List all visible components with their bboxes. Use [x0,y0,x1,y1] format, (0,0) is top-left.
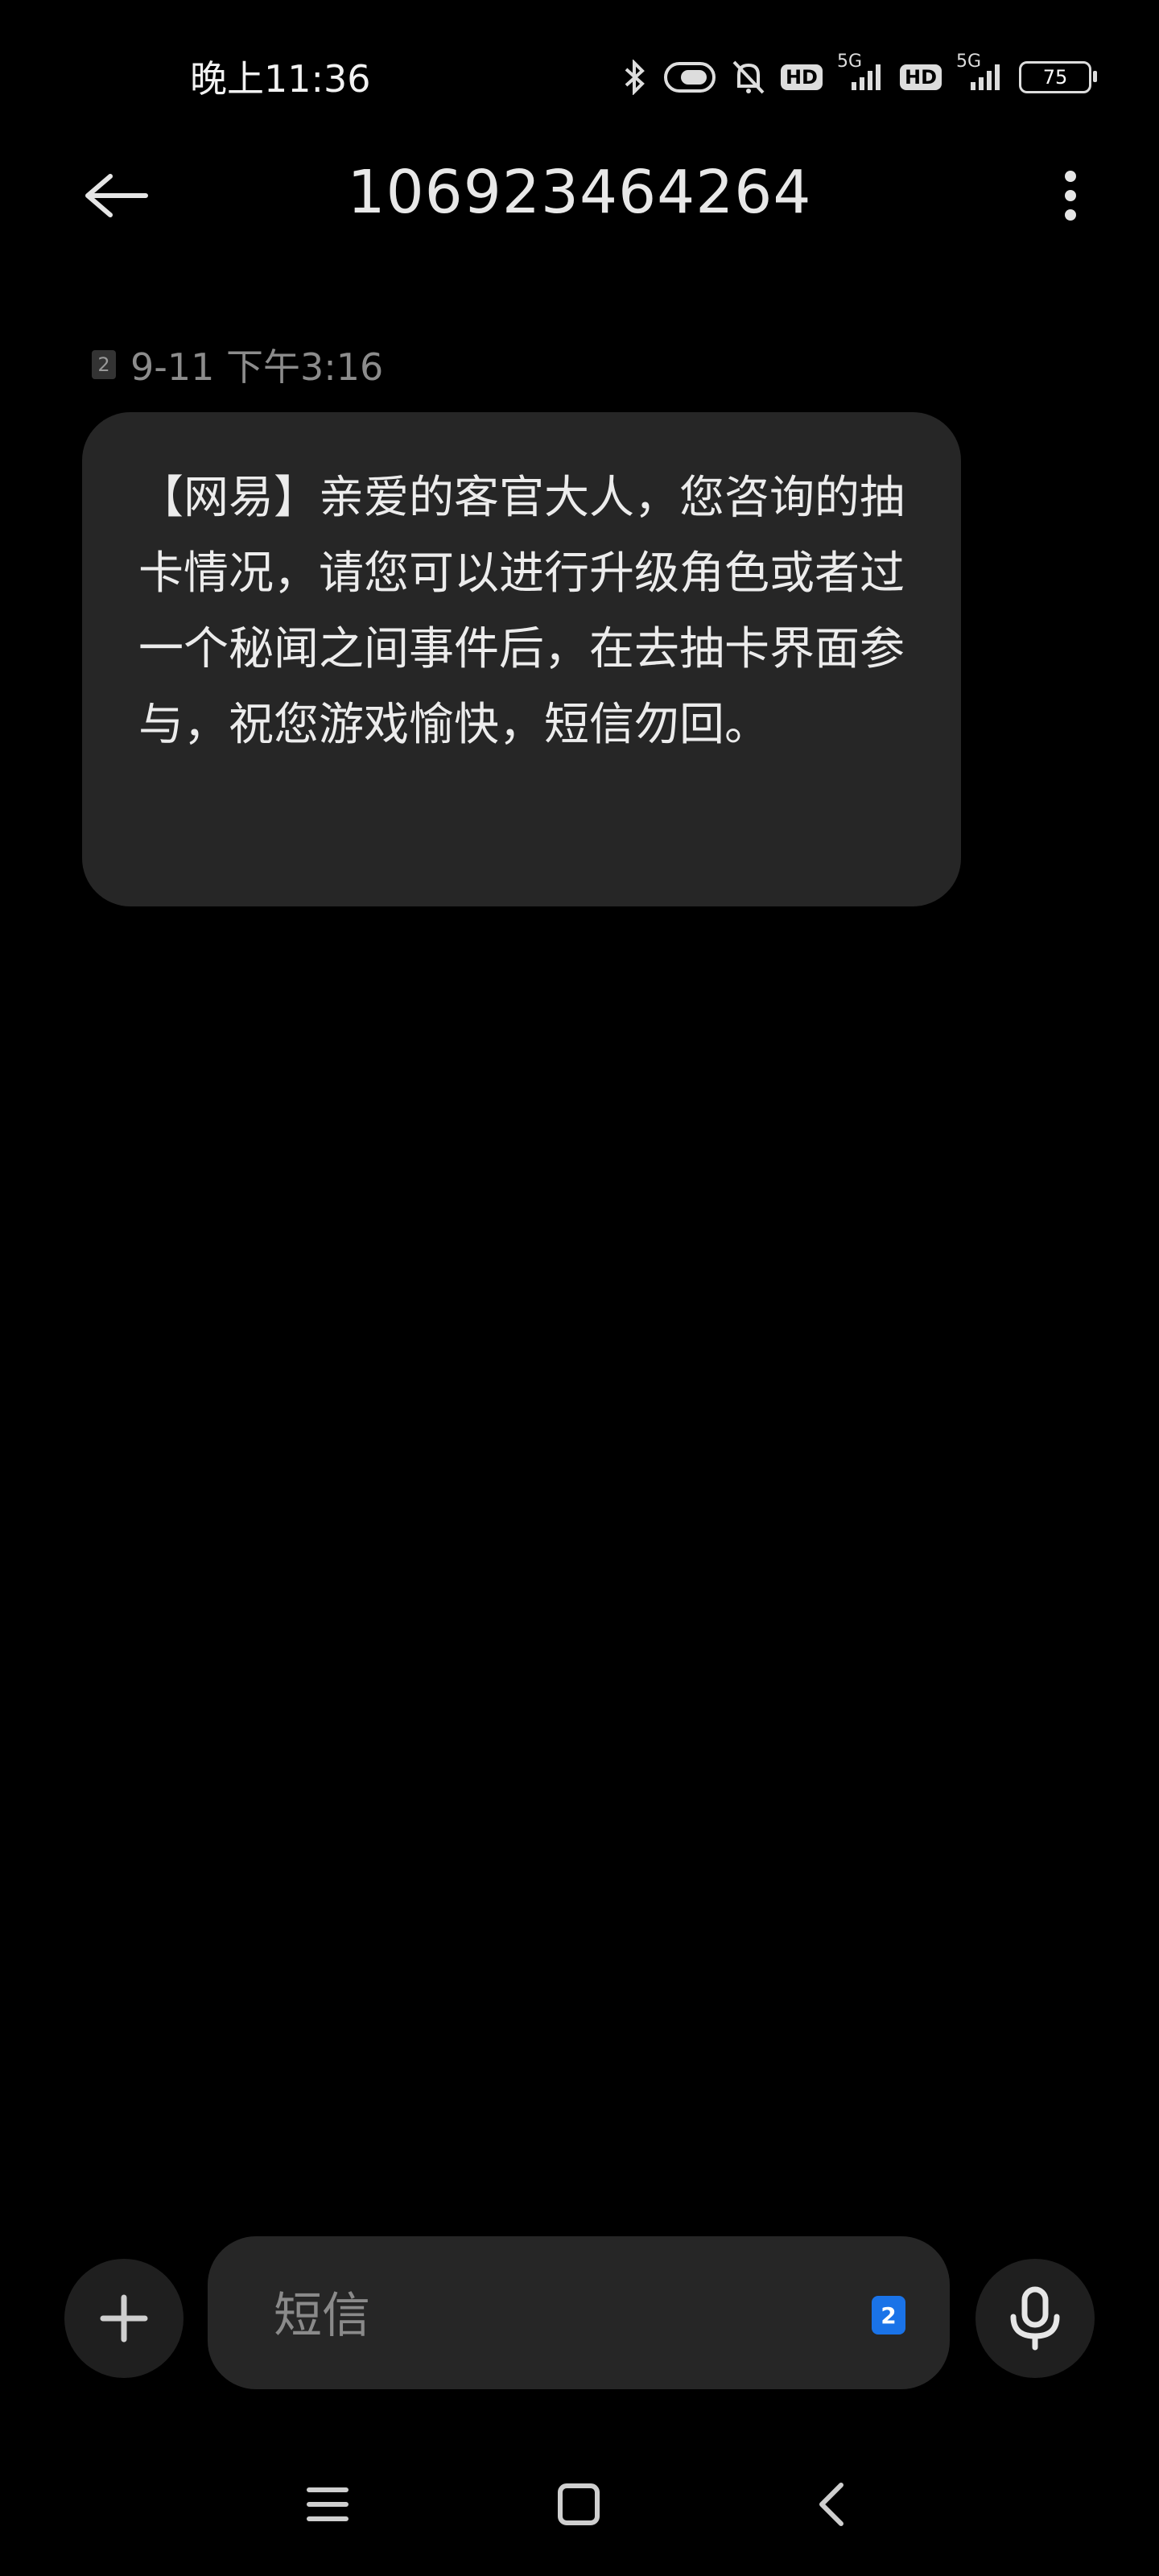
more-vertical-icon [1065,171,1076,221]
contact-number-title: 106923464264 [347,158,812,227]
message-bubble[interactable]: 【网易】亲爱的客官大人，您咨询的抽卡情况，请您可以进行升级角色或者过一个秘闻之间… [82,412,961,906]
voice-input-button[interactable] [975,2259,1095,2378]
status-time: 晚上11:36 [190,57,371,101]
battery-level: 75 [1042,66,1068,89]
nav-home-button[interactable] [542,2468,615,2541]
network-type-label-2: 5G [956,52,982,72]
mute-bell-icon [731,59,766,96]
microphone-icon [1010,2286,1060,2351]
hd-badge: HD [780,64,823,90]
plus-icon [100,2294,148,2343]
sim-tag: 2 [92,350,116,379]
message-timestamp: 9-11 下午3:16 [130,345,384,389]
battery-icon: 75 [1019,61,1097,93]
signal-2-icon: 5G [956,52,1004,93]
more-options-button[interactable] [1038,159,1103,232]
bluetooth-icon [621,60,649,95]
chevron-left-icon [819,2483,843,2526]
sim-select-badge[interactable]: 2 [872,2296,905,2334]
message-meta: 2 9-11 下午3:16 [92,338,383,391]
toggle-icon [663,61,716,93]
home-square-icon [558,2483,600,2525]
menu-icon [307,2487,349,2521]
signal-1-icon: 5G [837,52,885,93]
add-attachment-button[interactable] [64,2259,184,2378]
nav-back-button[interactable] [795,2468,868,2541]
hd-badge-2: HD [899,64,942,90]
network-type-label: 5G [836,52,863,72]
message-input-placeholder: 短信 [274,2288,370,2344]
status-icons: HD 5G HD 5G 75 [621,52,1097,101]
message-input[interactable]: 短信 2 [208,2236,950,2389]
status-bar: 晚上11:36 HD 5G HD 5G 75 [0,0,1159,153]
nav-menu-button[interactable] [291,2468,364,2541]
message-text: 【网易】亲爱的客官大人，您咨询的抽卡情况，请您可以进行升级角色或者过一个秘闻之间… [138,472,905,751]
